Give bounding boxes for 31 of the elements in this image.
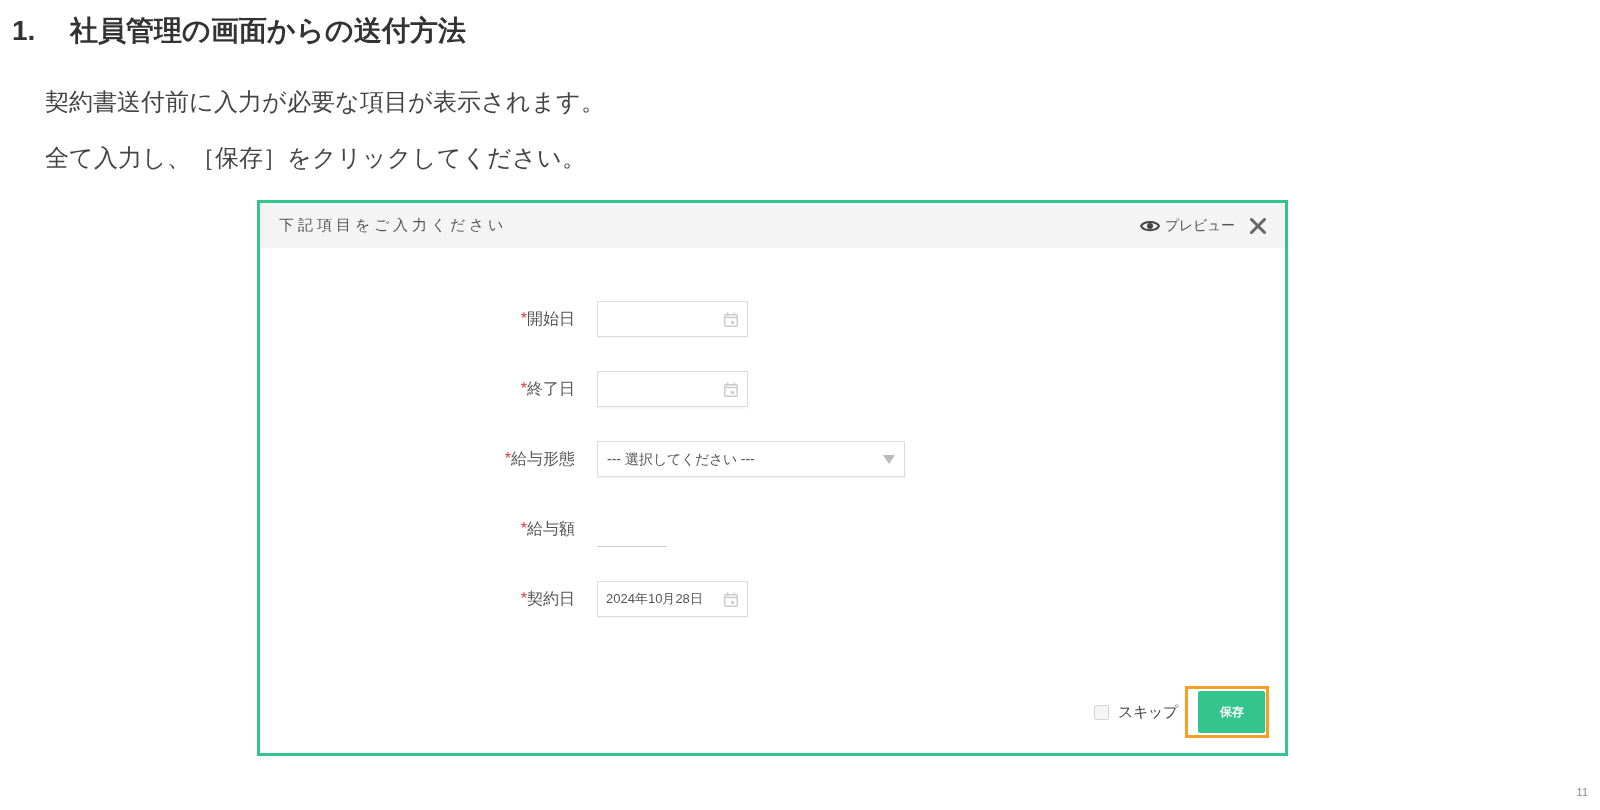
select-placeholder: --- 選択してください --- bbox=[607, 449, 755, 469]
page-number: 11 bbox=[1576, 785, 1588, 799]
date-field[interactable]: 2024年10月28日 bbox=[597, 581, 748, 617]
field-label: 契約日 bbox=[527, 589, 575, 609]
required-mark: * bbox=[504, 449, 511, 469]
select-field[interactable]: --- 選択してください --- bbox=[597, 441, 905, 477]
instruction-text: 全て入力し、［保存］をクリックしてください。 bbox=[45, 143, 586, 173]
date-field[interactable] bbox=[597, 371, 748, 407]
calendar-icon[interactable] bbox=[724, 381, 738, 397]
required-mark: * bbox=[520, 309, 527, 329]
required-mark: * bbox=[520, 589, 527, 609]
required-mark: * bbox=[520, 379, 527, 399]
checkbox[interactable] bbox=[1094, 704, 1109, 720]
dialog-title: 下記項目をご入力ください bbox=[279, 215, 507, 236]
heading-number: 1. bbox=[12, 14, 36, 48]
field-label: 給与額 bbox=[527, 519, 575, 539]
checkbox-label: スキップ bbox=[1118, 701, 1178, 722]
caret-icon bbox=[883, 454, 895, 464]
calendar-icon[interactable] bbox=[724, 311, 738, 327]
instruction-text: 契約書送付前に入力が必要な項目が表示されます。 bbox=[45, 87, 605, 117]
calendar-icon[interactable] bbox=[724, 591, 738, 607]
date-field[interactable] bbox=[597, 301, 748, 337]
preview-button[interactable]: プレビュー bbox=[1140, 215, 1235, 236]
close-icon[interactable] bbox=[1250, 217, 1266, 234]
field-label: 終了日 bbox=[527, 379, 575, 399]
eye-icon bbox=[1140, 218, 1160, 233]
field-label: 給与形態 bbox=[511, 449, 575, 469]
heading-title: 社員管理の画面からの送付方法 bbox=[70, 14, 467, 48]
required-mark: * bbox=[520, 519, 527, 539]
date-value: 2024年10月28日 bbox=[606, 590, 703, 609]
field-label: 開始日 bbox=[527, 309, 575, 329]
